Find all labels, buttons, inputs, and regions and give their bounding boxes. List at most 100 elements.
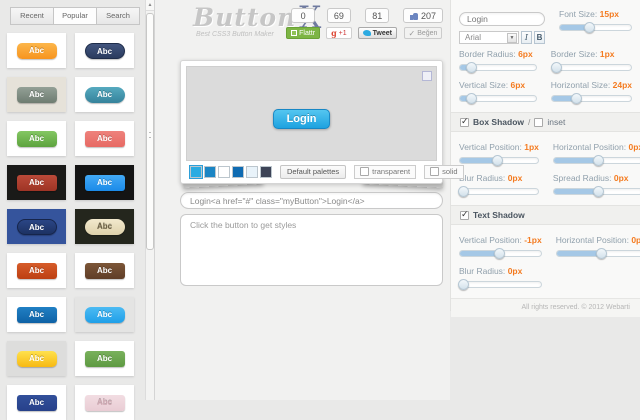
flattr-widget: 0 Flattr bbox=[286, 8, 321, 39]
slider-track[interactable] bbox=[458, 279, 542, 290]
slider-label: Vertical Size: 6px bbox=[459, 80, 526, 90]
sample-button[interactable]: Abc bbox=[16, 218, 57, 235]
slider-track[interactable] bbox=[459, 248, 542, 259]
button-sample-card[interactable]: Abc bbox=[75, 253, 134, 288]
sample-button[interactable]: Abc bbox=[16, 262, 57, 279]
button-sample-card[interactable]: Abc bbox=[7, 165, 66, 200]
slider-track[interactable] bbox=[552, 155, 640, 166]
sample-button[interactable]: Abc bbox=[16, 86, 57, 103]
button-sample-card[interactable]: Abc bbox=[7, 297, 66, 332]
palette-swatch[interactable] bbox=[218, 165, 230, 178]
slider-fill bbox=[553, 158, 598, 163]
palette-swatch[interactable] bbox=[204, 165, 216, 178]
slider-thumb[interactable] bbox=[493, 248, 505, 259]
button-sample-card[interactable]: Abc bbox=[7, 33, 66, 68]
preview-login-button[interactable]: Login bbox=[272, 109, 331, 130]
button-sample-card[interactable]: Abc bbox=[75, 77, 134, 112]
sample-button[interactable]: Abc bbox=[16, 350, 57, 367]
scrollbar-thumb[interactable] bbox=[146, 13, 154, 250]
button-sample-card[interactable]: Abc bbox=[7, 77, 66, 112]
color-picker-icon[interactable] bbox=[422, 71, 432, 81]
sample-button[interactable]: Abc bbox=[16, 394, 57, 411]
flattr-button[interactable]: Flattr bbox=[286, 27, 321, 39]
sample-button[interactable]: Abc bbox=[84, 42, 125, 59]
gallery-tab[interactable]: Search bbox=[97, 7, 140, 25]
html-code-input[interactable] bbox=[180, 192, 443, 209]
slider-track[interactable] bbox=[550, 62, 632, 73]
sample-button[interactable]: Abc bbox=[84, 174, 125, 191]
sample-button[interactable]: Abc bbox=[84, 86, 125, 103]
inset-checkbox[interactable] bbox=[534, 117, 544, 127]
slider-track[interactable] bbox=[459, 93, 537, 104]
palette-swatch[interactable] bbox=[246, 165, 258, 178]
button-sample-card[interactable]: Abc bbox=[75, 297, 134, 332]
sample-button[interactable]: Abc bbox=[84, 394, 125, 411]
slider-label: Vertical Position: -1px bbox=[459, 235, 542, 245]
slider-thumb[interactable] bbox=[492, 155, 504, 166]
sample-button[interactable]: Abc bbox=[16, 174, 57, 191]
slider-track[interactable] bbox=[550, 93, 632, 104]
transparent-checkbox[interactable]: transparent bbox=[354, 164, 417, 179]
button-sample-card[interactable]: Abc bbox=[75, 33, 134, 68]
scroll-up-arrow-icon[interactable]: ▲ bbox=[146, 0, 154, 11]
gallery-tab[interactable]: Popular bbox=[54, 7, 97, 25]
solid-checkbox[interactable]: solid bbox=[424, 164, 464, 179]
button-sample-card[interactable]: Abc bbox=[7, 253, 66, 288]
sidebar-scrollbar[interactable]: ▲ bbox=[145, 0, 155, 400]
text-shadow-checkbox[interactable] bbox=[460, 209, 469, 220]
slider-thumb[interactable] bbox=[584, 22, 596, 33]
sample-button[interactable]: Abc bbox=[84, 130, 125, 147]
slider-thumb[interactable] bbox=[466, 93, 478, 104]
sample-button[interactable]: Abc bbox=[84, 218, 125, 235]
slider-track[interactable] bbox=[559, 22, 632, 33]
button-sample-card[interactable]: Abc bbox=[75, 209, 134, 244]
tweet-button[interactable]: Tweet bbox=[357, 27, 397, 39]
slider-track[interactable] bbox=[555, 248, 640, 259]
button-sample-card[interactable]: Abc bbox=[7, 209, 66, 244]
slider-track[interactable] bbox=[458, 186, 539, 197]
chevron-down-icon[interactable]: ▼ bbox=[507, 32, 517, 43]
slider-label: Horizontal Size: 24px bbox=[550, 80, 632, 90]
sample-button[interactable]: Abc bbox=[16, 42, 57, 59]
bold-button[interactable]: B bbox=[534, 31, 545, 44]
button-sample-card[interactable]: Abc bbox=[7, 121, 66, 156]
slider-thumb[interactable] bbox=[595, 248, 607, 259]
slider-track[interactable] bbox=[459, 155, 539, 166]
button-sample-card[interactable]: Abc bbox=[75, 341, 134, 376]
button-text-input[interactable] bbox=[459, 12, 545, 26]
slider-thumb[interactable] bbox=[551, 62, 563, 73]
like-button[interactable]: ✓ Beğen bbox=[403, 27, 443, 39]
slider-thumb[interactable] bbox=[593, 186, 604, 197]
gallery-tab[interactable]: Recent bbox=[10, 7, 54, 25]
css-output-textarea[interactable]: Click the button to get styles bbox=[180, 214, 443, 286]
palette-swatch[interactable] bbox=[260, 165, 272, 178]
sample-button[interactable]: Abc bbox=[16, 306, 57, 323]
sample-button[interactable]: Abc bbox=[16, 130, 57, 147]
button-sample-card[interactable]: Abc bbox=[7, 385, 66, 420]
slider-thumb[interactable] bbox=[458, 279, 470, 290]
checkbox-icon[interactable] bbox=[360, 167, 370, 176]
slider-track[interactable] bbox=[552, 186, 640, 197]
italic-button[interactable]: I bbox=[521, 31, 532, 44]
slider-thumb[interactable] bbox=[465, 62, 477, 73]
slider-thumb[interactable] bbox=[458, 186, 470, 197]
slider-label: Blur Radius: 0px bbox=[459, 173, 523, 183]
button-sample-card[interactable]: Abc bbox=[75, 121, 134, 156]
slider-thumb[interactable] bbox=[570, 93, 582, 104]
text-shadow-slider: Blur Radius: 0px bbox=[458, 266, 542, 290]
slider-thumb[interactable] bbox=[593, 155, 604, 166]
palette-swatch[interactable] bbox=[232, 165, 244, 178]
button-sample-card[interactable]: Abc bbox=[7, 341, 66, 376]
checkbox-icon[interactable] bbox=[430, 167, 440, 176]
sample-button[interactable]: Abc bbox=[84, 262, 125, 279]
button-sample-card[interactable]: Abc bbox=[75, 385, 134, 420]
slider-track[interactable] bbox=[459, 62, 537, 73]
font-family-select[interactable]: Arial ▼ bbox=[459, 31, 519, 44]
default-palettes-button[interactable]: Default palettes bbox=[280, 164, 347, 179]
palette-swatch[interactable] bbox=[189, 164, 203, 179]
google-plus-button[interactable]: g +1 bbox=[326, 27, 352, 39]
box-shadow-checkbox[interactable] bbox=[460, 116, 469, 127]
sample-button[interactable]: Abc bbox=[84, 350, 125, 367]
button-sample-card[interactable]: Abc bbox=[75, 165, 134, 200]
sample-button[interactable]: Abc bbox=[84, 306, 125, 323]
